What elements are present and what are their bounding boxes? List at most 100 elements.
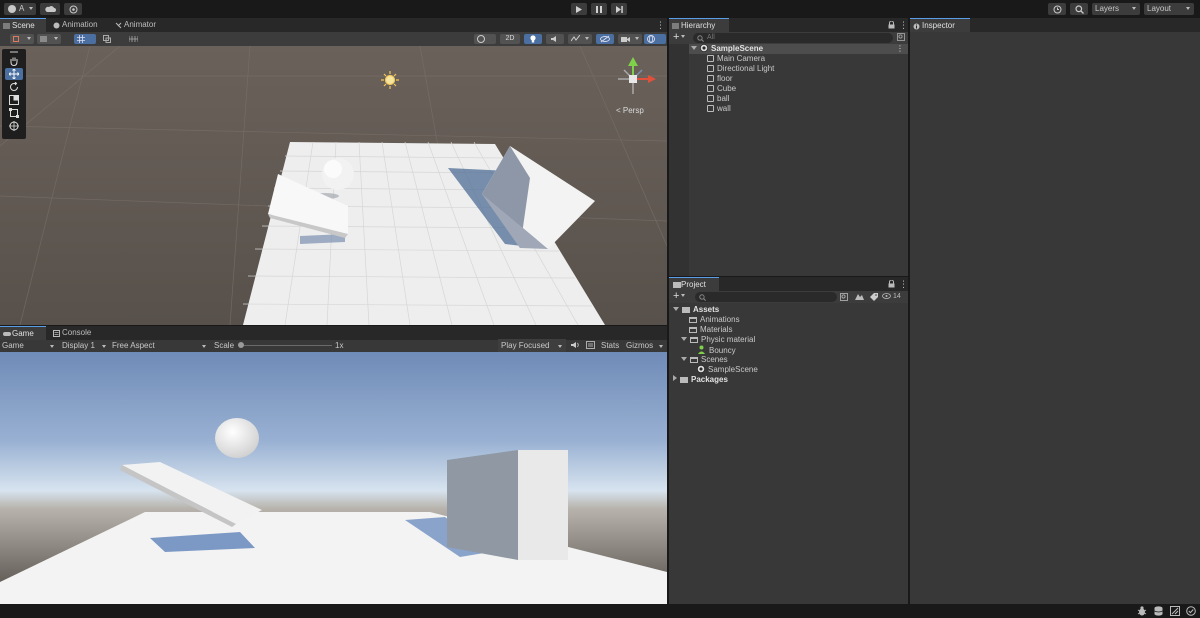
tab-game[interactable]: Game (0, 326, 46, 340)
gizmos-dropdown[interactable]: Gizmos (626, 339, 666, 353)
transform-tool[interactable] (5, 121, 23, 132)
tab-inspector[interactable]: Inspector (910, 18, 970, 32)
draw-mode-dropdown[interactable] (10, 34, 34, 44)
hierarchy-scene-row[interactable]: SampleScene ⋮ (669, 44, 908, 54)
search-by-type-icon[interactable] (840, 293, 848, 303)
layers-dropdown[interactable]: Layers (1092, 3, 1140, 15)
tab-project-label: Project (681, 280, 706, 289)
move-tool[interactable] (5, 68, 23, 80)
history-button[interactable] (1048, 3, 1066, 15)
scene-panel-menu-icon[interactable]: ⋮ (656, 20, 665, 30)
move-icon (9, 69, 19, 79)
game-viewport[interactable] (0, 352, 667, 604)
project-asset-samplescene[interactable]: SampleScene (697, 365, 758, 375)
hidden-packages-badge[interactable]: 14 (882, 291, 901, 303)
mute-audio-button[interactable] (571, 339, 580, 353)
scale-tool[interactable] (5, 95, 23, 106)
tab-animation[interactable]: Animation (50, 18, 108, 32)
play-button[interactable] (571, 3, 587, 15)
hierarchy-lock-icon[interactable] (888, 20, 895, 31)
project-folder-packages[interactable]: Packages (673, 375, 728, 385)
tab-animator[interactable]: Animator (112, 18, 168, 32)
hierarchy-item-wall[interactable]: wall (707, 104, 731, 114)
play-focused-dropdown[interactable]: Play Focused (498, 339, 566, 353)
tag-icon[interactable] (870, 293, 878, 303)
tab-console[interactable]: Console (50, 326, 104, 340)
incremental-snap-button[interactable] (126, 34, 148, 44)
project-folder-physic-material[interactable]: Physic material (681, 335, 755, 345)
effects-dropdown[interactable] (568, 34, 592, 44)
tab-scene[interactable]: Scene (0, 18, 46, 32)
hierarchy-item-ball[interactable]: ball (707, 94, 729, 104)
check-circle-icon[interactable] (1186, 606, 1196, 616)
scale-slider-track[interactable] (238, 345, 332, 346)
hierarchy-item-main-camera[interactable]: Main Camera (707, 54, 765, 64)
project-menu-icon[interactable]: ⋮ (899, 279, 908, 289)
snap-increment-button[interactable] (100, 34, 122, 44)
hidden-objects-toggle[interactable] (596, 34, 614, 44)
collab-button[interactable] (64, 3, 82, 15)
shading-dropdown[interactable] (37, 34, 61, 44)
project-folder-assets[interactable]: Assets (673, 305, 719, 315)
stats-button[interactable]: Stats (601, 339, 619, 353)
tab-hierarchy[interactable]: Hierarchy (669, 18, 729, 32)
project-add-button[interactable]: + (673, 291, 686, 303)
collab-icon (69, 5, 77, 13)
project-folder-scenes[interactable]: Scenes (681, 355, 728, 365)
hierarchy-icon (672, 23, 679, 29)
hierarchy-menu-icon[interactable]: ⋮ (899, 20, 908, 30)
layout-dropdown[interactable]: Layout (1144, 3, 1194, 15)
hand-tool[interactable] (5, 56, 23, 67)
project-folder-materials[interactable]: Materials (689, 325, 732, 335)
cache-server-icon[interactable] (1154, 606, 1163, 616)
aspect-dropdown[interactable]: Free Aspect (112, 339, 210, 353)
progress-icon[interactable] (1170, 606, 1180, 616)
lighting-toggle[interactable] (524, 34, 542, 44)
orientation-toggle[interactable] (474, 34, 496, 44)
audio-toggle[interactable] (546, 34, 564, 44)
eye-slash-icon (600, 35, 610, 43)
list-icon (586, 341, 595, 349)
project-folder-animations[interactable]: Animations (689, 315, 740, 325)
search-by-label-icon[interactable] (855, 293, 864, 303)
scale-label: Scale (214, 341, 235, 350)
project-asset-bouncy[interactable]: Bouncy (697, 345, 736, 355)
persp-label[interactable]: < Persp (616, 106, 644, 115)
scale-slider-thumb[interactable] (238, 342, 244, 348)
cloud-button[interactable] (40, 3, 60, 15)
game-view-dropdown[interactable]: Game (2, 339, 56, 353)
gizmos-toggle[interactable] (644, 34, 666, 44)
project-tabbar: Project ⋮ (669, 277, 908, 291)
scene-toolbar: 2D (0, 32, 667, 46)
shortcuts-button[interactable] (586, 339, 595, 353)
display-dropdown[interactable]: Display 1 (62, 339, 108, 353)
scene-viewport[interactable]: < Persp (0, 46, 667, 325)
hierarchy-add-button[interactable]: + (673, 32, 686, 44)
search-button[interactable] (1070, 3, 1088, 15)
step-button[interactable] (611, 3, 627, 15)
folder-open-icon (690, 337, 698, 343)
inspector-tabbar: Inspector (910, 18, 1200, 32)
hierarchy-item-cube[interactable]: Cube (707, 84, 736, 94)
camera-dropdown[interactable] (618, 34, 642, 44)
pause-button[interactable] (591, 3, 607, 15)
gameobject-icon (707, 105, 714, 112)
bug-icon[interactable] (1137, 606, 1147, 616)
account-dropdown[interactable]: A (4, 3, 36, 15)
2d-toggle[interactable]: 2D (500, 34, 520, 44)
hierarchy-scene-search-icon[interactable] (897, 33, 905, 43)
grid-snap-button[interactable] (74, 34, 96, 44)
folder-icon (689, 317, 697, 323)
project-search-input[interactable] (695, 292, 837, 302)
tools-overlay (2, 49, 26, 139)
scene-row-menu-icon[interactable]: ⋮ (896, 44, 904, 54)
layout-label: Layout (1147, 4, 1172, 13)
rotate-tool[interactable] (5, 82, 23, 93)
rect-tool[interactable] (5, 108, 23, 119)
folder-icon (680, 377, 688, 383)
hierarchy-item-directional-light[interactable]: Directional Light (707, 64, 774, 74)
hierarchy-item-floor[interactable]: floor (707, 74, 733, 84)
hierarchy-search-input[interactable]: All (693, 33, 893, 43)
project-lock-icon[interactable] (888, 279, 895, 290)
tab-project[interactable]: Project (669, 277, 719, 291)
